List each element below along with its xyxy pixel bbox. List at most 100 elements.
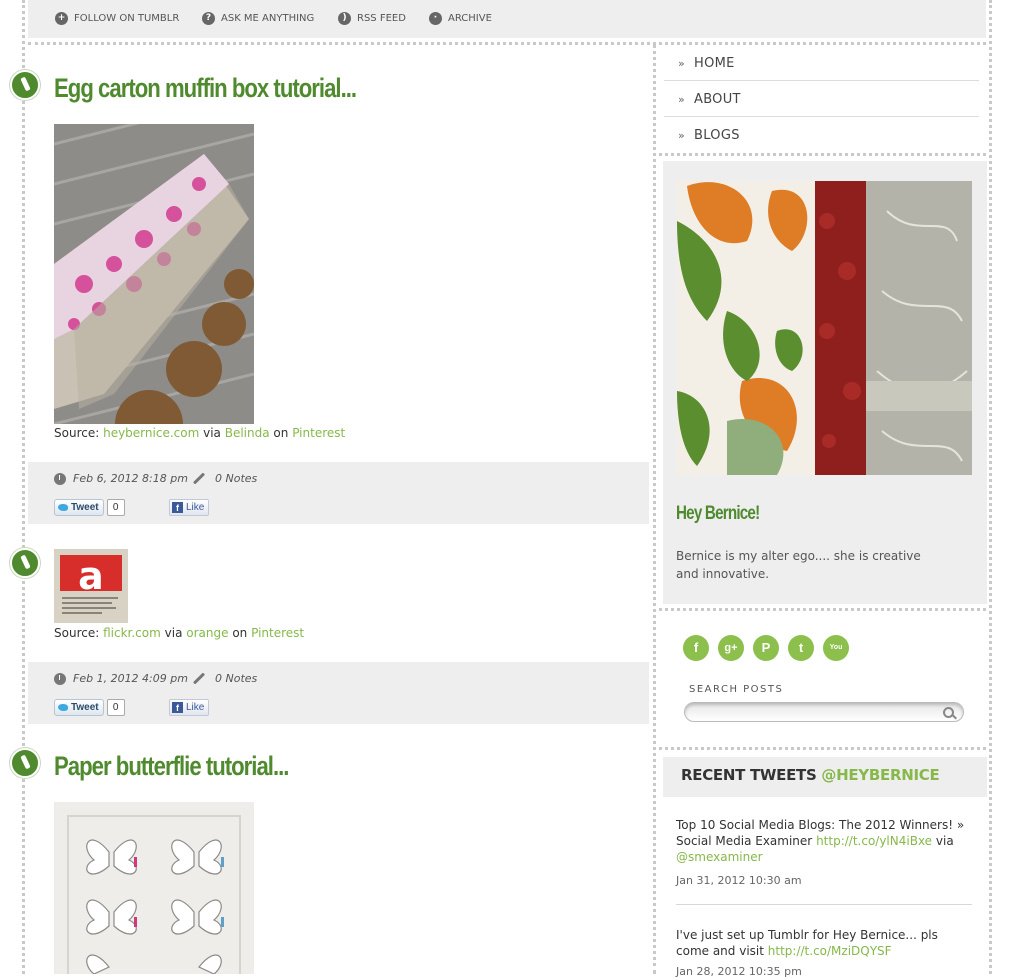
via-label: via (203, 426, 221, 440)
facebook-icon: f (172, 702, 183, 713)
search-label: SEARCH POSTS (689, 684, 784, 695)
double-chevron-icon: » (678, 92, 686, 106)
on-label: on (273, 426, 289, 440)
clock-icon (54, 472, 66, 485)
post-pin-icon (10, 70, 40, 100)
clock-icon (54, 672, 66, 685)
twitter-icon[interactable]: t (788, 635, 814, 661)
facebook-icon: f (172, 502, 183, 513)
tweet-widget: Tweet 0 (54, 698, 125, 716)
divider (28, 42, 986, 45)
sidebar-nav-blogs[interactable]: » BLOGS (664, 118, 979, 152)
mention-link[interactable]: @smexaminer (676, 850, 763, 864)
via-link[interactable]: Belinda (225, 426, 270, 440)
facebook-like-button[interactable]: f Like (169, 699, 210, 716)
divider (659, 153, 986, 156)
source-link[interactable]: flickr.com (103, 626, 161, 640)
search-input[interactable] (684, 702, 964, 722)
tweet-label: Tweet (71, 501, 99, 513)
profile-description: Bernice is my alter ego.... she is creat… (676, 549, 921, 581)
via-link[interactable]: orange (186, 626, 228, 640)
facebook-icon[interactable]: f (683, 635, 709, 661)
nav-label: ABOUT (694, 91, 741, 107)
nav-label: HOME (694, 55, 735, 71)
post-date[interactable]: Feb 6, 2012 8:18 pm (54, 472, 188, 485)
double-chevron-icon: » (678, 56, 686, 70)
rss-feed-link[interactable]: ) RSS FEED (338, 10, 406, 26)
double-chevron-icon: » (678, 128, 686, 142)
via-label: via (935, 834, 954, 848)
source-label: Source: (54, 426, 100, 440)
pinterest-icon[interactable]: P (753, 635, 779, 661)
post-pin-icon (10, 548, 40, 578)
divider (676, 904, 972, 905)
pencil-icon (192, 472, 206, 485)
source-link[interactable]: heybernice.com (103, 426, 199, 440)
recent-tweets-label: RECENT TWEETS (681, 766, 817, 784)
archive-icon: · (429, 11, 442, 25)
archive-label: ARCHIVE (448, 12, 492, 24)
ask-me-anything-link[interactable]: ? ASK ME ANYTHING (202, 10, 314, 26)
post-title[interactable]: Egg carton muffin box tutorial... (54, 73, 357, 104)
like-label: Like (186, 702, 205, 713)
search-icon[interactable] (943, 707, 954, 718)
source-label: Source: (54, 626, 100, 640)
top-nav-bar: + FOLLOW ON TUMBLR ? ASK ME ANYTHING ) R… (28, 0, 986, 38)
recent-tweets-title: RECENT TWEETS @HEYBERNICE (681, 766, 940, 784)
tweet-button[interactable]: Tweet (54, 698, 104, 716)
on-label: on (232, 626, 248, 640)
tweet-button[interactable]: Tweet (54, 498, 104, 516)
google-plus-icon[interactable]: g+ (718, 635, 744, 661)
like-label: Like (186, 502, 205, 513)
tweet-link[interactable]: http://t.co/MziDQYSF (768, 944, 892, 958)
post-meta: Feb 6, 2012 8:18 pm 0 Notes Tweet 0 f Li… (28, 462, 649, 524)
youtube-icon[interactable]: You (823, 635, 849, 661)
pinterest-link[interactable]: Pinterest (251, 626, 304, 640)
date-text: Feb 1, 2012 4:09 pm (73, 672, 188, 685)
twitter-handle-link[interactable]: @HEYBERNICE (821, 766, 939, 784)
archive-link[interactable]: · ARCHIVE (429, 10, 492, 26)
post-pin-icon (10, 748, 40, 778)
tweet-timestamp[interactable]: Jan 28, 2012 10:35 pm (676, 965, 802, 978)
date-text: Feb 6, 2012 8:18 pm (73, 472, 188, 485)
post-title[interactable]: Paper butterflie tutorial... (54, 751, 289, 782)
post-date[interactable]: Feb 1, 2012 4:09 pm (54, 672, 188, 685)
post-notes[interactable]: 0 Notes (192, 672, 257, 685)
plus-icon: + (55, 11, 68, 25)
tweet-link[interactable]: http://t.co/ylN4iBxe (816, 834, 932, 848)
tweet-label: Tweet (71, 701, 99, 713)
egg-carton-photo[interactable] (54, 124, 254, 424)
notes-text: 0 Notes (215, 672, 258, 685)
notes-text: 0 Notes (215, 472, 258, 485)
letter-a-photo[interactable]: a (54, 549, 128, 623)
nav-label: BLOGS (694, 127, 740, 143)
post-meta: Feb 1, 2012 4:09 pm 0 Notes Tweet 0 f Li… (28, 662, 649, 724)
post-source: Source: flickr.com via orange on Pintere… (54, 626, 304, 640)
sidebar-nav-about[interactable]: » ABOUT (664, 82, 979, 117)
tweet-item: Top 10 Social Media Blogs: The 2012 Winn… (676, 817, 972, 865)
tweet-count: 0 (106, 698, 125, 716)
column-divider (653, 44, 656, 974)
sidebar-nav-home[interactable]: » HOME (664, 46, 979, 81)
follow-label: FOLLOW ON TUMBLR (74, 12, 180, 24)
post-notes[interactable]: 0 Notes (192, 472, 257, 485)
tweet-count: 0 (106, 498, 125, 516)
twitter-bird-icon (58, 703, 68, 711)
rss-icon: ) (338, 11, 351, 25)
post-source: Source: heybernice.com via Belinda on Pi… (54, 426, 345, 440)
pinterest-link[interactable]: Pinterest (292, 426, 345, 440)
tweet-timestamp[interactable]: Jan 31, 2012 10:30 am (676, 874, 802, 887)
pencil-icon (192, 672, 206, 685)
wallpaper-collage-image (677, 181, 972, 475)
svg-text:a: a (78, 554, 104, 598)
tweet-item: I've just set up Tumblr for Hey Bernice.… (676, 927, 972, 959)
facebook-like-button[interactable]: f Like (169, 499, 210, 516)
ask-label: ASK ME ANYTHING (221, 12, 315, 24)
tweet-widget: Tweet 0 (54, 498, 125, 516)
rss-label: RSS FEED (357, 12, 406, 24)
divider (659, 747, 986, 750)
follow-on-tumblr-link[interactable]: + FOLLOW ON TUMBLR (55, 10, 179, 26)
paper-butterflies-photo[interactable] (54, 802, 254, 974)
twitter-bird-icon (58, 503, 68, 511)
via-label: via (164, 626, 183, 640)
